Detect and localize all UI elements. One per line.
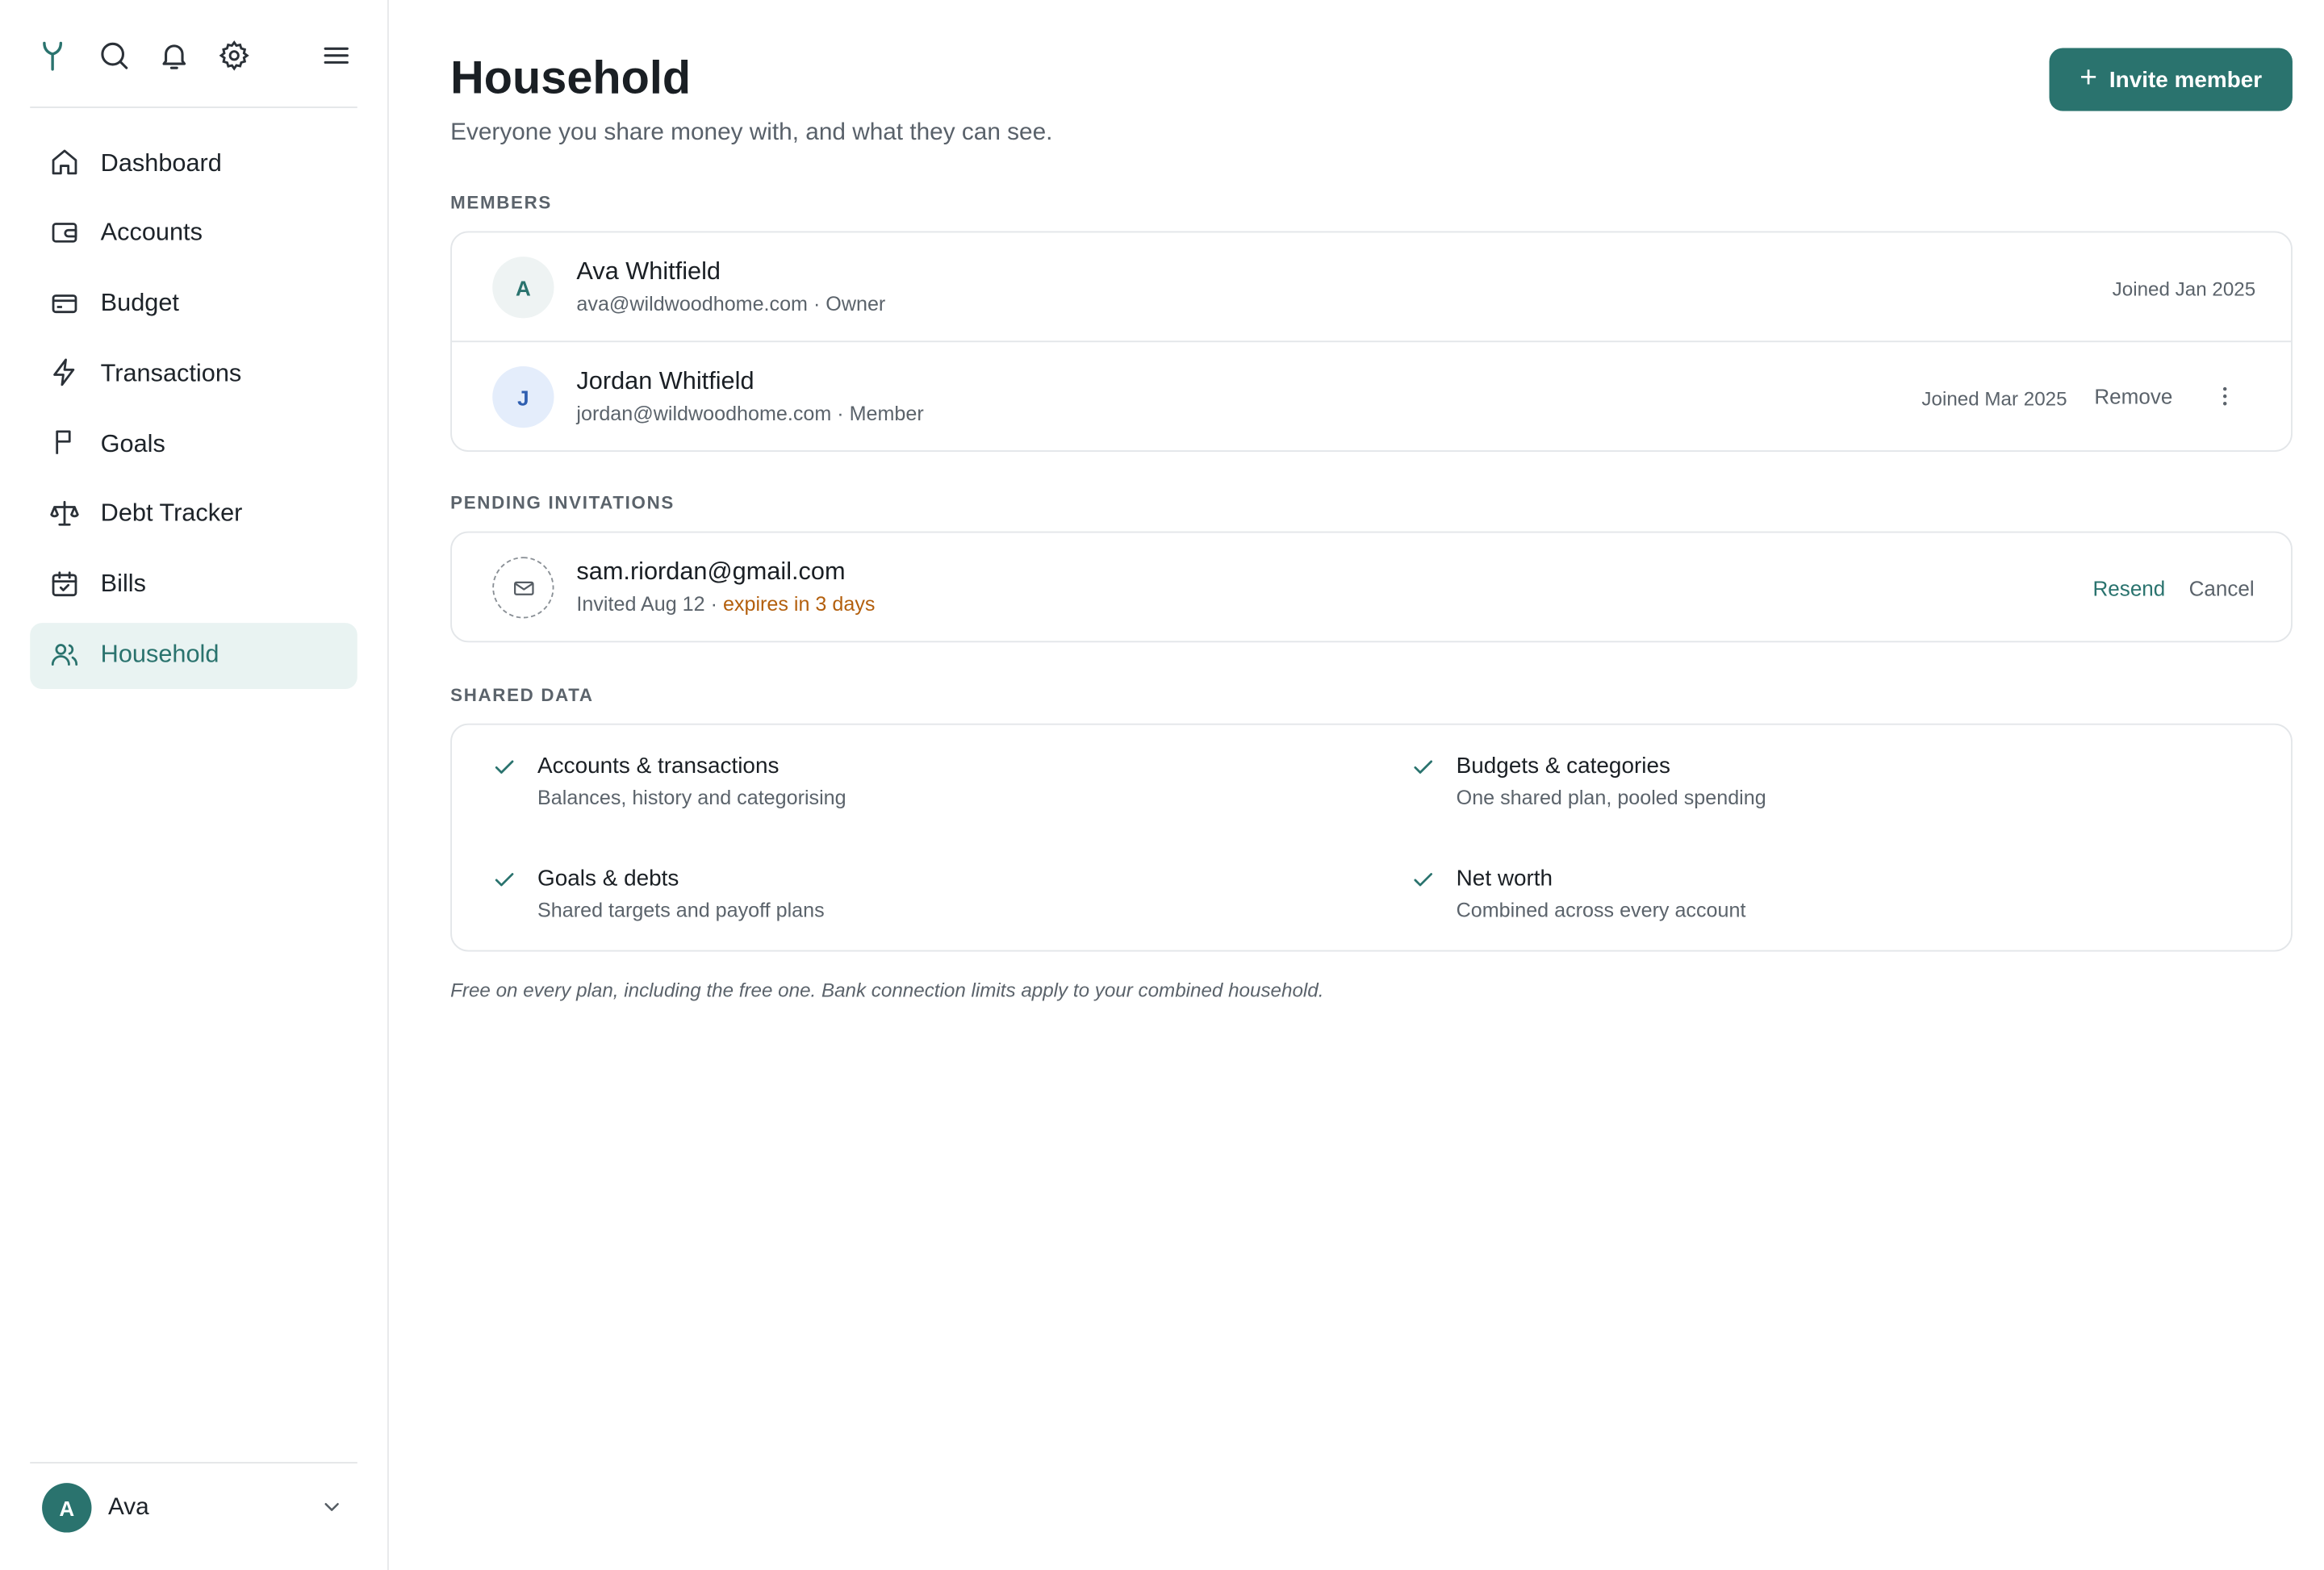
sidebar: Dashboard Accounts Budget Transactions G… bbox=[0, 0, 389, 1570]
users-icon bbox=[49, 639, 82, 672]
avatar: A bbox=[42, 1483, 92, 1533]
member-row: A Ava Whitfield ava@wildwoodhome.com · O… bbox=[452, 232, 2291, 340]
cancel-invite-button[interactable]: Cancel bbox=[2189, 576, 2255, 600]
sidebar-item-transactions[interactable]: Transactions bbox=[30, 341, 357, 407]
sidebar-item-label: Accounts bbox=[100, 219, 203, 247]
shared-item-title: Net worth bbox=[1456, 866, 1553, 892]
calendar-check-icon bbox=[49, 569, 82, 602]
more-options-icon[interactable] bbox=[2211, 382, 2238, 409]
avatar: J bbox=[492, 365, 554, 428]
sidebar-item-label: Budget bbox=[100, 290, 179, 317]
flag-icon bbox=[49, 428, 82, 461]
member-email-role: jordan@wildwoodhome.com · Member bbox=[576, 402, 924, 425]
sidebar-toolbar bbox=[30, 33, 357, 81]
avatar: A bbox=[492, 257, 554, 319]
shared-item: Accounts & transactions Balances, histor… bbox=[492, 754, 1333, 829]
page-subtitle: Everyone you share money with, and what … bbox=[450, 119, 1053, 146]
shared-item: Goals & debts Shared targets and payoff … bbox=[492, 866, 1333, 941]
expiry-warning: expires in 3 days bbox=[722, 592, 876, 616]
invite-member-label: Invite member bbox=[2109, 66, 2263, 93]
sidebar-item-dashboard[interactable]: Dashboard bbox=[30, 131, 357, 197]
remove-member-button[interactable]: Remove bbox=[2094, 384, 2172, 408]
pending-section-label: Pending invitations bbox=[450, 492, 675, 514]
pending-card: sam.riordan@gmail.com Invited Aug 12 · e… bbox=[450, 531, 2293, 643]
check-icon bbox=[492, 867, 516, 891]
shared-item: Net worth Combined across every account bbox=[1411, 866, 2252, 941]
shared-item-title: Goals & debts bbox=[537, 866, 679, 892]
member-joined-date: Joined Mar 2025 bbox=[1921, 387, 2067, 410]
check-icon bbox=[492, 755, 516, 779]
sidebar-item-label: Bills bbox=[100, 570, 146, 598]
logo-icon[interactable] bbox=[36, 39, 73, 75]
sidebar-item-label: Dashboard bbox=[100, 149, 222, 177]
user-name: Ava bbox=[107, 1495, 149, 1521]
sidebar-item-bills[interactable]: Bills bbox=[30, 552, 357, 618]
sidebar-item-goals[interactable]: Goals bbox=[30, 411, 357, 478]
scale-icon bbox=[49, 499, 82, 532]
shared-item-title: Budgets & categories bbox=[1456, 753, 1670, 779]
sidebar-item-label: Transactions bbox=[100, 360, 242, 387]
sidebar-item-accounts[interactable]: Accounts bbox=[30, 201, 357, 267]
credit-card-icon bbox=[49, 287, 82, 320]
home-icon bbox=[49, 147, 82, 180]
invited-date: Invited Aug 12 · bbox=[576, 592, 723, 616]
shared-item-desc: Combined across every account bbox=[1456, 899, 1746, 922]
member-name: Ava Whitfield bbox=[576, 258, 721, 286]
shared-section-label: Shared data bbox=[450, 684, 594, 706]
user-menu[interactable]: A Ava bbox=[42, 1483, 349, 1534]
member-name: Jordan Whitfield bbox=[576, 367, 754, 395]
mail-icon bbox=[492, 557, 554, 619]
search-icon[interactable] bbox=[98, 39, 134, 75]
plan-footnote: Free on every plan, including the free o… bbox=[450, 979, 1324, 1001]
sidebar-item-budget[interactable]: Budget bbox=[30, 271, 357, 337]
shared-data-grid: Accounts & transactions Balances, histor… bbox=[452, 725, 2291, 950]
sidebar-item-household[interactable]: Household bbox=[30, 622, 357, 689]
sidebar-item-label: Household bbox=[100, 641, 219, 669]
invite-member-button[interactable]: + Invite member bbox=[2049, 48, 2293, 111]
shared-item-desc: Shared targets and payoff plans bbox=[537, 899, 825, 922]
members-section-label: Members bbox=[450, 192, 552, 214]
sidebar-item-debt-tracker[interactable]: Debt Tracker bbox=[30, 482, 357, 548]
wallet-icon bbox=[49, 217, 82, 250]
sidebar-item-label: Debt Tracker bbox=[100, 500, 243, 528]
invitation-email: sam.riordan@gmail.com bbox=[576, 558, 846, 586]
menu-icon[interactable] bbox=[320, 39, 356, 75]
member-row: J Jordan Whitfield jordan@wildwoodhome.c… bbox=[452, 340, 2292, 450]
lightning-icon bbox=[49, 358, 82, 391]
shared-data-card: Accounts & transactions Balances, histor… bbox=[450, 723, 2293, 952]
gear-icon[interactable] bbox=[218, 39, 254, 75]
invitation-status: Invited Aug 12 · expires in 3 days bbox=[576, 593, 875, 616]
check-icon bbox=[1411, 755, 1436, 779]
plus-icon: + bbox=[2079, 61, 2098, 95]
shared-item-desc: One shared plan, pooled spending bbox=[1456, 786, 1766, 809]
invitation-row: sam.riordan@gmail.com Invited Aug 12 · e… bbox=[452, 532, 2291, 641]
sidebar-item-label: Goals bbox=[100, 430, 165, 457]
shared-item: Budgets & categories One shared plan, po… bbox=[1411, 754, 2252, 829]
resend-invite-button[interactable]: Resend bbox=[2092, 576, 2165, 600]
shared-item-desc: Balances, history and categorising bbox=[537, 786, 846, 809]
members-card: A Ava Whitfield ava@wildwoodhome.com · O… bbox=[450, 231, 2293, 453]
bell-icon[interactable] bbox=[157, 39, 194, 75]
shared-item-title: Accounts & transactions bbox=[537, 753, 780, 779]
member-joined-date: Joined Jan 2025 bbox=[2112, 278, 2256, 301]
sidebar-divider bbox=[30, 106, 357, 108]
sidebar-divider bbox=[30, 1462, 357, 1464]
chevron-down-icon[interactable] bbox=[320, 1495, 344, 1519]
page-title: Household bbox=[450, 51, 692, 104]
check-icon bbox=[1411, 867, 1436, 891]
sidebar-nav: Dashboard Accounts Budget Transactions G… bbox=[30, 131, 357, 693]
member-email-role: ava@wildwoodhome.com · Owner bbox=[576, 292, 886, 315]
